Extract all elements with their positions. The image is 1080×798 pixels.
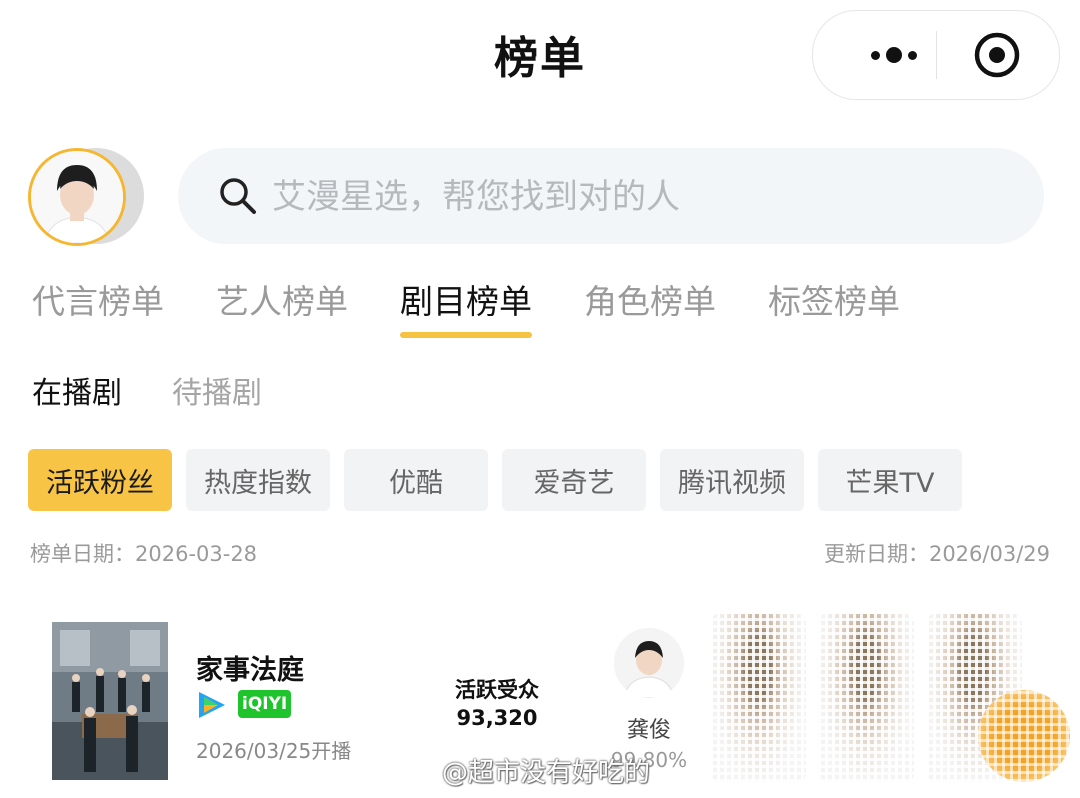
iqiyi-icon: iQIYI [238,690,292,718]
floating-badge[interactable] [978,690,1070,782]
tab-role[interactable]: 角色榜单 [584,280,716,338]
more-dots-icon[interactable] [849,39,939,71]
pixelated-actor-2 [818,614,914,782]
search-input[interactable] [270,166,994,228]
weibo-icon [400,758,434,785]
tab-tag[interactable]: 标签榜单 [768,280,900,338]
subtab-airing[interactable]: 在播剧 [32,368,122,412]
drama-title[interactable]: 家事法庭 [196,648,304,687]
chip-youku[interactable]: 优酷 [344,449,488,511]
update-date: 更新日期：2026/03/29 [823,542,1050,566]
tab-artist[interactable]: 艺人榜单 [216,280,348,338]
chip-tencent-video[interactable]: 腾讯视频 [660,449,804,511]
drama-subtabs: 在播剧 待播剧 [32,368,262,412]
active-tab-underline [400,332,532,338]
metric-chips: 活跃粉丝 热度指数 优酷 爱奇艺 腾讯视频 芒果TV [28,449,962,511]
mini-program-capsule [812,10,1060,100]
tab-drama[interactable]: 剧目榜单 [400,280,532,338]
actor-avatar[interactable] [614,628,684,698]
tencent-video-icon [199,692,225,718]
search-bar[interactable] [178,148,1044,244]
metric-value: 93,320 [456,706,538,730]
list-date: 榜单日期：2026-03-28 [30,542,258,566]
air-date: 2026/03/25开播 [196,739,352,763]
search-icon [220,178,256,214]
weibo-watermark: @超市没有好吃的 [400,752,650,789]
user-avatar[interactable] [28,148,146,246]
chip-active-fans[interactable]: 活跃粉丝 [28,449,172,511]
platform-icons: iQIYI [196,690,292,720]
target-icon[interactable] [973,31,1021,79]
pixelated-actor-1 [710,614,806,782]
actor-name: 龚俊 [626,718,671,743]
drama-poster[interactable] [52,622,168,780]
avatar [28,148,126,246]
ranking-tabs: 代言榜单 艺人榜单 剧目榜单 角色榜单 标签榜单 [32,280,900,338]
chip-iqiyi[interactable]: 爱奇艺 [502,449,646,511]
chip-heat-index[interactable]: 热度指数 [186,449,330,511]
capsule-divider [936,31,937,79]
chip-mango-tv[interactable]: 芒果TV [818,449,962,511]
tab-endorsement[interactable]: 代言榜单 [32,280,164,338]
metric-label: 活跃受众 [455,678,539,702]
subtab-upcoming[interactable]: 待播剧 [172,368,262,412]
